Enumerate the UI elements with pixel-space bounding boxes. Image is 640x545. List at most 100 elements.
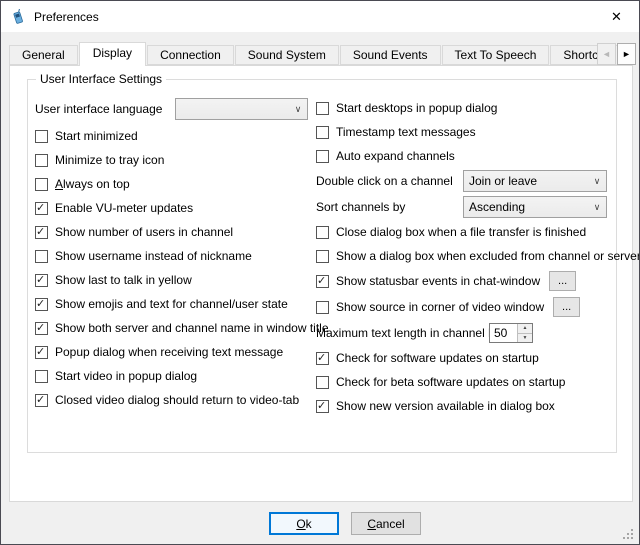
title-bar: Preferences ✕ [1, 1, 639, 32]
checkbox-label: Check for software updates on startup [336, 351, 539, 365]
tab-sound-events[interactable]: Sound Events [340, 45, 441, 65]
checkbox-start-minimized[interactable]: Start minimized [35, 124, 320, 148]
checkbox-box[interactable] [316, 126, 329, 139]
checkbox-label: Show both server and channel name in win… [55, 321, 329, 335]
checkbox-label: Start minimized [55, 129, 138, 143]
tab-scroll-buttons: ◄ ► [597, 43, 636, 65]
spin-down-icon[interactable]: ▼ [518, 334, 532, 343]
checkbox-box[interactable] [316, 102, 329, 115]
chevron-down-icon: ∨ [588, 176, 606, 187]
checkbox-box[interactable] [35, 202, 48, 215]
tab-sound-system[interactable]: Sound System [235, 45, 339, 65]
checkbox-label: Start desktops in popup dialog [336, 101, 497, 115]
checkbox-box[interactable] [316, 250, 329, 263]
checkbox-enable-vu-meter-updates[interactable]: Enable VU-meter updates [35, 196, 320, 220]
video-source-more-button[interactable]: ... [553, 297, 580, 317]
checkbox-show-number-of-users[interactable]: Show number of users in channel [35, 220, 320, 244]
double-click-select[interactable]: Join or leave ∨ [463, 170, 607, 192]
language-label: User interface language [35, 102, 175, 116]
checkbox-box[interactable] [316, 400, 329, 413]
tab-text-to-speech[interactable]: Text To Speech [442, 45, 550, 65]
app-icon [10, 9, 26, 25]
checkbox-box[interactable] [35, 346, 48, 359]
checkbox-close-dialog-file-transfer[interactable]: Close dialog box when a file transfer is… [316, 220, 618, 244]
checkbox-show-username-instead-of-nickname[interactable]: Show username instead of nickname [35, 244, 320, 268]
checkbox-box[interactable] [35, 394, 48, 407]
left-column: User interface language ∨ Start minimize… [35, 96, 320, 412]
tab-display[interactable]: Display [79, 42, 146, 66]
checkbox-label: Show username instead of nickname [55, 249, 252, 263]
cancel-button[interactable]: Cancel [351, 512, 421, 535]
tab-connection[interactable]: Connection [147, 45, 234, 65]
checkbox-box[interactable] [35, 178, 48, 191]
checkbox-label: Show a dialog box when excluded from cha… [336, 249, 640, 263]
preferences-dialog: Preferences ✕ General Display Connection… [0, 0, 640, 545]
checkbox-box[interactable] [35, 226, 48, 239]
checkbox-label: Closed video dialog should return to vid… [55, 393, 299, 407]
checkbox-show-dialog-when-excluded[interactable]: Show a dialog box when excluded from cha… [316, 244, 618, 268]
statusbar-events-more-button[interactable]: ... [549, 271, 576, 291]
tab-scroll-left-icon[interactable]: ◄ [597, 43, 616, 65]
checkbox-popup-dialog-text-message[interactable]: Popup dialog when receiving text message [35, 340, 320, 364]
checkbox-label: Close dialog box when a file transfer is… [336, 225, 586, 239]
checkbox-box[interactable] [35, 274, 48, 287]
checkbox-check-software-updates[interactable]: Check for software updates on startup [316, 346, 618, 370]
double-click-label: Double click on a channel [316, 174, 463, 188]
checkbox-label: Show last to talk in yellow [55, 273, 192, 287]
checkbox-label: Auto expand channels [336, 149, 455, 163]
language-select[interactable]: ∨ [175, 98, 308, 120]
checkbox-closed-video-return-to-tab[interactable]: Closed video dialog should return to vid… [35, 388, 320, 412]
tab-scroll-right-icon[interactable]: ► [617, 43, 636, 65]
checkbox-label: Show emojis and text for channel/user st… [55, 297, 288, 311]
display-tab-page: User Interface Settings User interface l… [9, 65, 633, 502]
checkbox-box[interactable] [35, 154, 48, 167]
checkbox-label: Start video in popup dialog [55, 369, 197, 383]
checkbox-timestamp-text-messages[interactable]: Timestamp text messages [316, 120, 618, 144]
spin-up-icon[interactable]: ▲ [518, 324, 532, 334]
window-title: Preferences [34, 10, 99, 24]
checkbox-show-statusbar-events[interactable]: Show statusbar events in chat-window ... [316, 268, 618, 294]
chevron-down-icon: ∨ [289, 104, 307, 115]
sort-channels-value: Ascending [464, 200, 588, 214]
checkbox-start-video-in-popup[interactable]: Start video in popup dialog [35, 364, 320, 388]
tab-bar: General Display Connection Sound System … [9, 41, 633, 66]
checkbox-show-server-and-channel-in-title[interactable]: Show both server and channel name in win… [35, 316, 320, 340]
checkbox-minimize-to-tray-icon[interactable]: Minimize to tray icon [35, 148, 320, 172]
close-icon[interactable]: ✕ [594, 1, 639, 32]
tab-general[interactable]: General [9, 45, 78, 65]
max-text-length-spinner[interactable]: 50 ▲ ▼ [489, 323, 533, 343]
checkbox-start-desktops-in-popup[interactable]: Start desktops in popup dialog [316, 96, 618, 120]
checkbox-show-source-video-window[interactable]: Show source in corner of video window ..… [316, 294, 618, 320]
checkbox-box[interactable] [316, 275, 329, 288]
checkbox-box[interactable] [316, 352, 329, 365]
checkbox-auto-expand-channels[interactable]: Auto expand channels [316, 144, 618, 168]
double-click-row: Double click on a channel Join or leave … [316, 168, 618, 194]
checkbox-show-emojis-and-text[interactable]: Show emojis and text for channel/user st… [35, 292, 320, 316]
checkbox-label: Check for beta software updates on start… [336, 375, 565, 389]
ok-button[interactable]: Ok [269, 512, 339, 535]
checkbox-box[interactable] [316, 301, 329, 314]
language-row: User interface language ∨ [35, 96, 320, 122]
spin-buttons: ▲ ▼ [517, 324, 532, 342]
checkbox-always-on-top[interactable]: Always on top [35, 172, 320, 196]
checkbox-label: Timestamp text messages [336, 125, 476, 139]
checkbox-check-beta-software-updates[interactable]: Check for beta software updates on start… [316, 370, 618, 394]
checkbox-box[interactable] [35, 130, 48, 143]
checkbox-box[interactable] [316, 226, 329, 239]
checkbox-box[interactable] [35, 298, 48, 311]
checkbox-box[interactable] [35, 322, 48, 335]
checkbox-box[interactable] [35, 250, 48, 263]
checkbox-box[interactable] [316, 150, 329, 163]
checkbox-box[interactable] [35, 370, 48, 383]
checkbox-label: Show number of users in channel [55, 225, 233, 239]
user-interface-settings-group: User Interface Settings User interface l… [27, 79, 617, 453]
checkbox-label: Show new version available in dialog box [336, 399, 555, 413]
checkbox-show-new-version-dialog[interactable]: Show new version available in dialog box [316, 394, 618, 418]
sort-channels-select[interactable]: Ascending ∨ [463, 196, 607, 218]
resize-grip-icon[interactable] [623, 527, 635, 539]
checkbox-label: Minimize to tray icon [55, 153, 164, 167]
spin-value[interactable]: 50 [490, 324, 517, 342]
checkbox-box[interactable] [316, 376, 329, 389]
checkbox-label: Always on top [55, 177, 130, 191]
checkbox-show-last-to-talk-in-yellow[interactable]: Show last to talk in yellow [35, 268, 320, 292]
